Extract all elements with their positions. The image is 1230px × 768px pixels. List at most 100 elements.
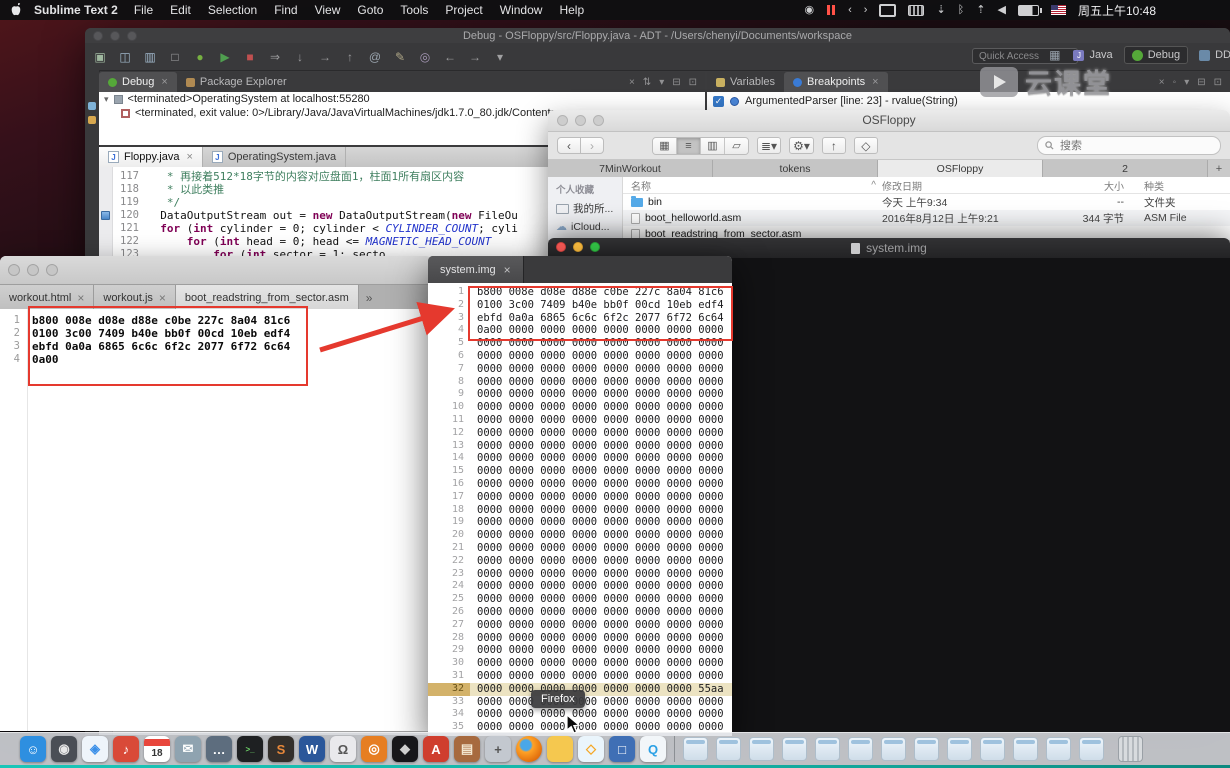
tab-workout.html[interactable]: workout.html × [0, 285, 95, 310]
javadoc-icon[interactable]: @ [368, 50, 382, 64]
dock-window-thumbnail[interactable] [716, 737, 741, 761]
minimize-window-icon[interactable] [110, 31, 120, 41]
run-icon[interactable]: ▶ [218, 50, 232, 64]
open-perspective-icon[interactable]: ▦ [1049, 48, 1060, 62]
dock-window-thumbnail[interactable] [980, 737, 1005, 761]
volume-icon[interactable]: ◀ [998, 4, 1006, 16]
finder-tab-OSFloppy[interactable]: OSFloppy [878, 160, 1043, 178]
active-app-name[interactable]: Sublime Text 2 [34, 3, 118, 17]
share-button[interactable]: ↑ [821, 137, 846, 154]
finder-tab-tokens[interactable]: tokens [713, 160, 878, 178]
minimize-window-icon[interactable] [573, 242, 583, 252]
eclipse-title-bar[interactable]: Debug - OSFloppy/src/Floppy.java - ADT -… [85, 28, 1230, 43]
column-kind[interactable]: 种类 [1130, 178, 1230, 193]
file-row[interactable]: bin 今天 上午9:34 -- 文件夹 [623, 194, 1230, 210]
close-tab-icon[interactable]: × [504, 263, 511, 277]
dock-downloads-folder[interactable] [547, 736, 573, 762]
terminate-icon[interactable]: × [629, 77, 635, 88]
dock-finder[interactable]: ☺ [20, 736, 46, 762]
dock-window-thumbnail[interactable] [1046, 737, 1071, 761]
perspective-debug[interactable]: Debug [1123, 46, 1189, 64]
screen-record-icon[interactable]: ◉ [805, 4, 815, 16]
dock-launchpad[interactable]: + [485, 736, 511, 762]
dock-word[interactable]: W [299, 736, 325, 762]
tab-breakpoints[interactable]: Breakpoints × [784, 72, 888, 92]
dock-messages[interactable]: … [206, 736, 232, 762]
tab-package-explorer[interactable]: Package Explorer [177, 72, 296, 92]
close-tab-icon[interactable]: × [161, 76, 167, 88]
close-tab-icon[interactable]: × [159, 291, 166, 305]
column-date[interactable]: 修改日期 [882, 178, 1060, 193]
search-icon[interactable]: ◎ [418, 50, 432, 64]
dock-window-thumbnail[interactable] [749, 737, 774, 761]
dock-mail[interactable]: ✉ [175, 736, 201, 762]
view-menu-icon[interactable]: ▾ [1184, 77, 1189, 88]
minimize-window-icon[interactable] [27, 264, 39, 276]
save-all-icon[interactable]: ▥ [143, 50, 157, 64]
tab-boot_readstring_from_sector.asm[interactable]: boot_readstring_from_sector.asm [175, 285, 359, 310]
flow-view-icon[interactable]: ▱ [725, 137, 748, 154]
dock-calendar[interactable]: 18 [144, 736, 170, 762]
save-icon[interactable]: ◫ [118, 50, 132, 64]
editor-tab-Floppy.java[interactable]: J Floppy.java × [99, 147, 203, 167]
dock-window-thumbnail[interactable] [815, 737, 840, 761]
dock-dark-app[interactable]: ◆ [392, 736, 418, 762]
zoom-window-icon[interactable] [593, 115, 604, 126]
tab-workout.js[interactable]: workout.js × [94, 285, 176, 310]
minimize-icon[interactable]: ⊟ [1197, 77, 1205, 88]
back-icon[interactable]: ‹ [848, 4, 852, 16]
forward-button[interactable]: › [580, 137, 604, 154]
menu-selection[interactable]: Selection [208, 3, 257, 17]
menu-edit[interactable]: Edit [170, 3, 191, 17]
debug-shortcut-icon[interactable] [88, 102, 96, 110]
minimize-icon[interactable]: ⊟ [672, 77, 680, 88]
arrange-button[interactable]: ≣▾ [757, 137, 782, 154]
tab-variables[interactable]: Variables [707, 72, 784, 92]
tab-debug[interactable]: Debug × [99, 72, 177, 92]
close-tab-icon[interactable]: × [186, 151, 192, 163]
dock-window-thumbnail[interactable] [782, 737, 807, 761]
perspective-java[interactable]: J Java [1066, 47, 1119, 63]
back-history-icon[interactable]: ← [443, 50, 457, 64]
dock-window-thumbnail[interactable] [683, 737, 708, 761]
icon-view-icon[interactable]: ▦ [653, 137, 677, 154]
disconnect-icon[interactable]: ⇅ [643, 77, 651, 88]
dock-sketch[interactable]: ◇ [578, 736, 604, 762]
tag-button[interactable]: ◇ [853, 137, 878, 154]
search-field[interactable] [1037, 136, 1221, 155]
dock-music[interactable]: ♪ [113, 736, 139, 762]
dock-window-thumbnail[interactable] [848, 737, 873, 761]
bluetooth-icon[interactable]: ᛒ [958, 4, 965, 16]
maximize-icon[interactable]: ⊡ [1214, 77, 1222, 88]
sidebar-item[interactable]: ☁ iCloud... [548, 218, 622, 235]
dock-omnigraffle[interactable]: Ω [330, 736, 356, 762]
remove-all-icon[interactable]: ◦ [1173, 77, 1177, 88]
forward-history-icon[interactable]: → [468, 50, 482, 64]
menu-window[interactable]: Window [500, 3, 543, 17]
back-button[interactable]: ‹ [557, 137, 581, 154]
zoom-window-icon[interactable] [46, 264, 58, 276]
breakpoint-checkbox[interactable]: ✓ [713, 95, 724, 107]
console-line[interactable]: ▾ <terminated>OperatingSystem at localhos… [99, 92, 705, 106]
hex-editor-content[interactable]: 1 b800 008e d08e d88e c0be 227c 8a04 81c6… [428, 283, 732, 736]
sublime-editor-content[interactable]: 1 b800 008e d08e d88e c0be 227c 8a04 81c6… [0, 309, 432, 731]
step-return-icon[interactable]: ↑ [343, 50, 357, 64]
close-tab-icon[interactable]: × [77, 291, 84, 305]
up-icon[interactable]: ⇡ [976, 4, 985, 16]
menu-file[interactable]: File [134, 3, 153, 17]
dock-window-thumbnail[interactable] [947, 737, 972, 761]
display-icon[interactable] [879, 3, 897, 17]
menu-tools[interactable]: Tools [400, 3, 428, 17]
menu-dropdown-icon[interactable]: ▾ [493, 50, 507, 64]
tab-system-img[interactable]: system.img × [428, 256, 524, 283]
menu-project[interactable]: Project [445, 3, 482, 17]
debug-icon[interactable]: ● [193, 50, 207, 64]
resume-icon[interactable]: ⇒ [268, 50, 282, 64]
sort-ascending-icon[interactable]: ^ [871, 180, 876, 191]
zoom-window-icon[interactable] [590, 242, 600, 252]
view-menu-icon[interactable]: ▾ [659, 77, 664, 88]
forward-icon[interactable]: › [864, 4, 868, 16]
breakpoint-row[interactable]: ✓ ArgumentedParser [line: 23] - rvalue(S… [707, 92, 1230, 110]
apple-menu-icon[interactable] [10, 3, 22, 17]
dock-window-thumbnail[interactable] [914, 737, 939, 761]
